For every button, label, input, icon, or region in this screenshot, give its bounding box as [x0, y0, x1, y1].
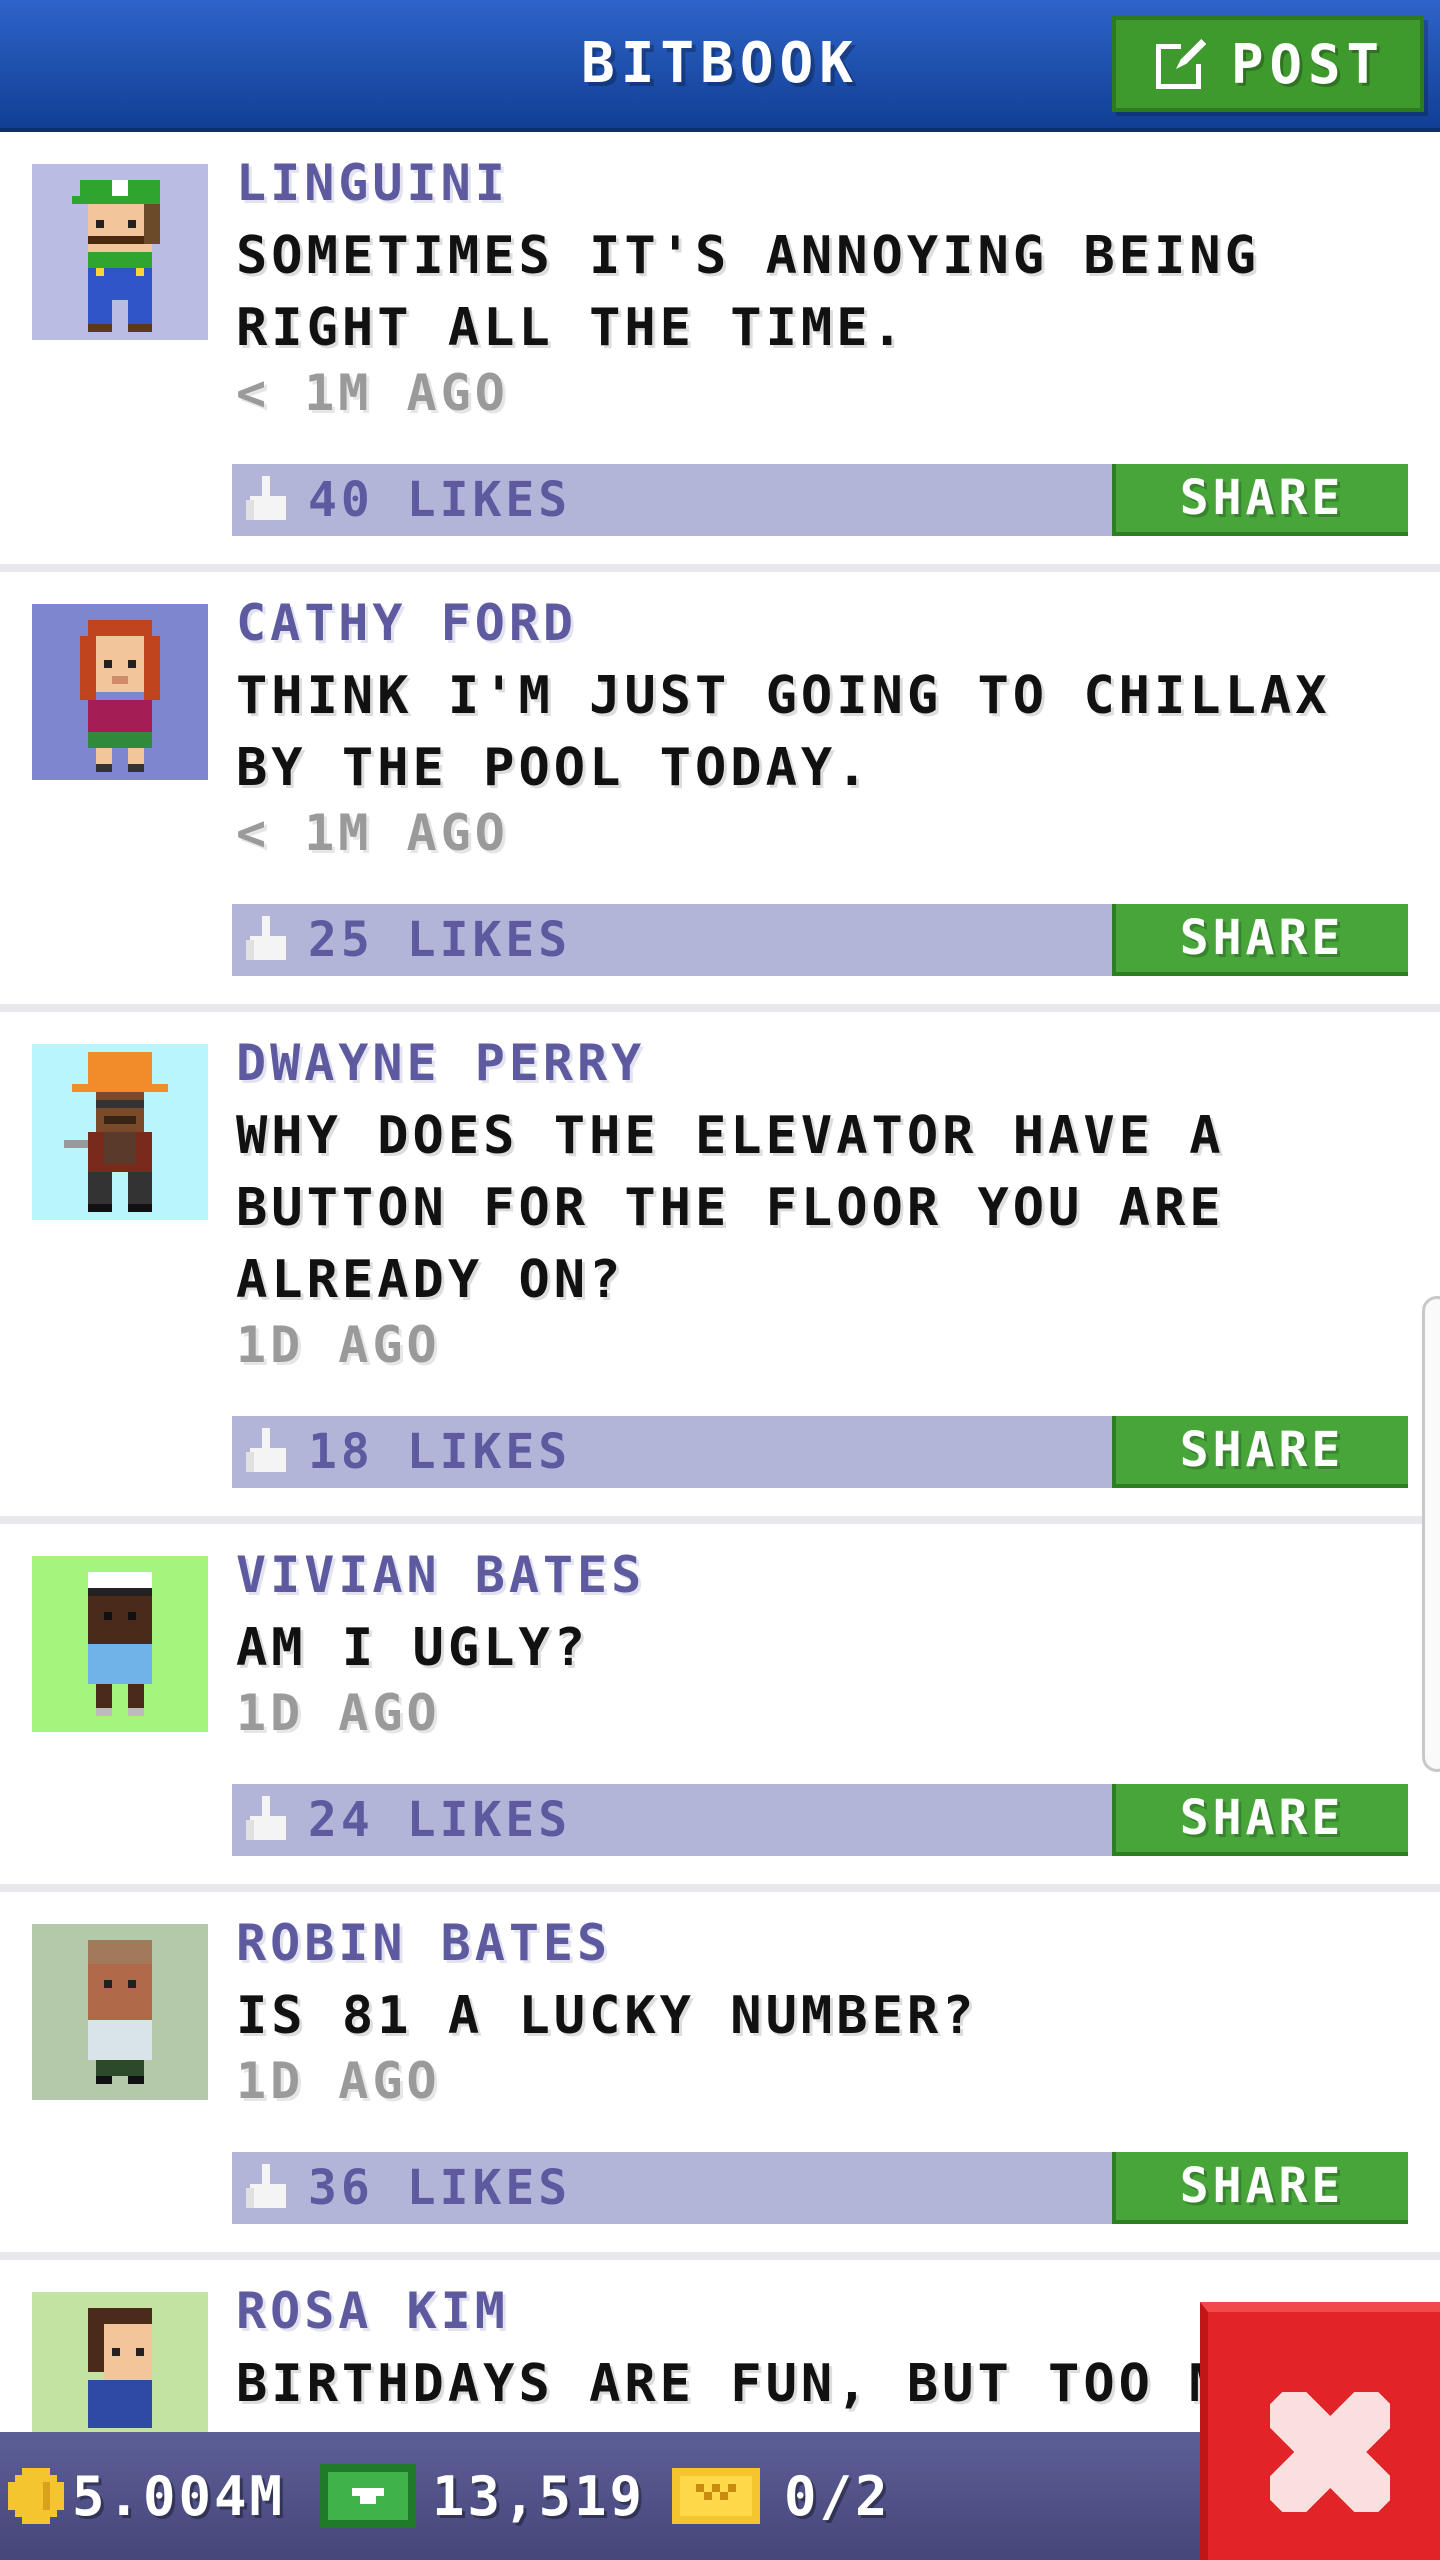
avatar: [32, 164, 208, 340]
share-button[interactable]: SHARE: [1112, 1416, 1408, 1488]
scrollbar[interactable]: [1422, 1296, 1440, 1772]
avatar: [32, 2292, 208, 2432]
post-author[interactable]: ROSA KIM: [236, 2282, 509, 2340]
thumbs-up-icon: [246, 916, 286, 960]
coin-icon: [8, 2468, 64, 2524]
share-button[interactable]: SHARE: [1112, 464, 1408, 536]
post-timestamp: < 1M AGO: [236, 804, 509, 862]
likes-bar[interactable]: 40 LIKES SHARE: [232, 464, 1408, 536]
share-button[interactable]: SHARE: [1112, 1784, 1408, 1856]
share-button[interactable]: SHARE: [1112, 904, 1408, 976]
post-button[interactable]: POST: [1112, 16, 1424, 112]
likes-count: 25 LIKES: [308, 912, 572, 968]
bux-icon: [320, 2464, 416, 2528]
post-author[interactable]: DWAYNE PERRY: [236, 1034, 645, 1092]
avatar: [32, 604, 208, 780]
likes-count: 24 LIKES: [308, 1792, 572, 1848]
tickets-value: 0/2: [784, 2464, 891, 2528]
post-author[interactable]: ROBIN BATES: [236, 1914, 611, 1972]
bux-stat: 13,519: [320, 2432, 645, 2560]
ticket-icon: [672, 2468, 760, 2524]
post-timestamp: 1D AGO: [236, 2052, 441, 2110]
post-message: IS 81 A LUCKY NUMBER?: [236, 1986, 978, 2046]
feed-post: DWAYNE PERRY WHY DOES THE ELEVATOR HAVE …: [0, 1012, 1440, 1524]
tickets-stat: 0/2: [672, 2432, 891, 2560]
post-message: SOMETIMES IT'S ANNOYING BEING RIGHT ALL …: [236, 226, 1260, 358]
feed-post: VIVIAN BATES AM I UGLY? 1D AGO 24 LIKES …: [0, 1524, 1440, 1892]
likes-bar[interactable]: 36 LIKES SHARE: [232, 2152, 1408, 2224]
edit-icon: [1155, 39, 1206, 89]
header-bar: BITBOOK POST: [0, 0, 1440, 132]
post-message: AM I UGLY?: [236, 1618, 590, 1678]
post-timestamp: 1D AGO: [236, 1316, 441, 1374]
post-message: THINK I'M JUST GOING TO CHILLAX BY THE P…: [236, 666, 1331, 798]
coins-value: 5.004M: [72, 2464, 286, 2528]
feed-post: LINGUINI SOMETIMES IT'S ANNOYING BEING R…: [0, 132, 1440, 572]
coins-stat: 5.004M: [8, 2432, 285, 2560]
avatar: [32, 1556, 208, 1732]
thumbs-up-icon: [246, 476, 286, 520]
likes-bar[interactable]: 18 LIKES SHARE: [232, 1416, 1408, 1488]
share-button[interactable]: SHARE: [1112, 2152, 1408, 2224]
feed-post: CATHY FORD THINK I'M JUST GOING TO CHILL…: [0, 572, 1440, 1012]
post-button-label: POST: [1230, 32, 1386, 96]
thumbs-up-icon: [246, 2164, 286, 2208]
post-author[interactable]: LINGUINI: [236, 154, 509, 212]
avatar: [32, 1924, 208, 2100]
likes-bar[interactable]: 25 LIKES SHARE: [232, 904, 1408, 976]
thumbs-up-icon: [246, 1796, 286, 1840]
post-timestamp: < 1M AGO: [236, 364, 509, 422]
likes-count: 36 LIKES: [308, 2160, 572, 2216]
likes-count: 18 LIKES: [308, 1424, 572, 1480]
likes-count: 40 LIKES: [308, 472, 572, 528]
post-author[interactable]: VIVIAN BATES: [236, 1546, 645, 1604]
post-message: WHY DOES THE ELEVATOR HAVE A BUTTON FOR …: [236, 1106, 1225, 1310]
post-author[interactable]: CATHY FORD: [236, 594, 577, 652]
thumbs-up-icon: [246, 1428, 286, 1472]
close-icon: [1270, 2392, 1390, 2512]
post-timestamp: 1D AGO: [236, 1684, 441, 1742]
bux-value: 13,519: [432, 2464, 646, 2528]
likes-bar[interactable]: 24 LIKES SHARE: [232, 1784, 1408, 1856]
avatar: [32, 1044, 208, 1220]
feed-post: ROBIN BATES IS 81 A LUCKY NUMBER? 1D AGO…: [0, 1892, 1440, 2260]
close-button[interactable]: [1200, 2302, 1440, 2560]
